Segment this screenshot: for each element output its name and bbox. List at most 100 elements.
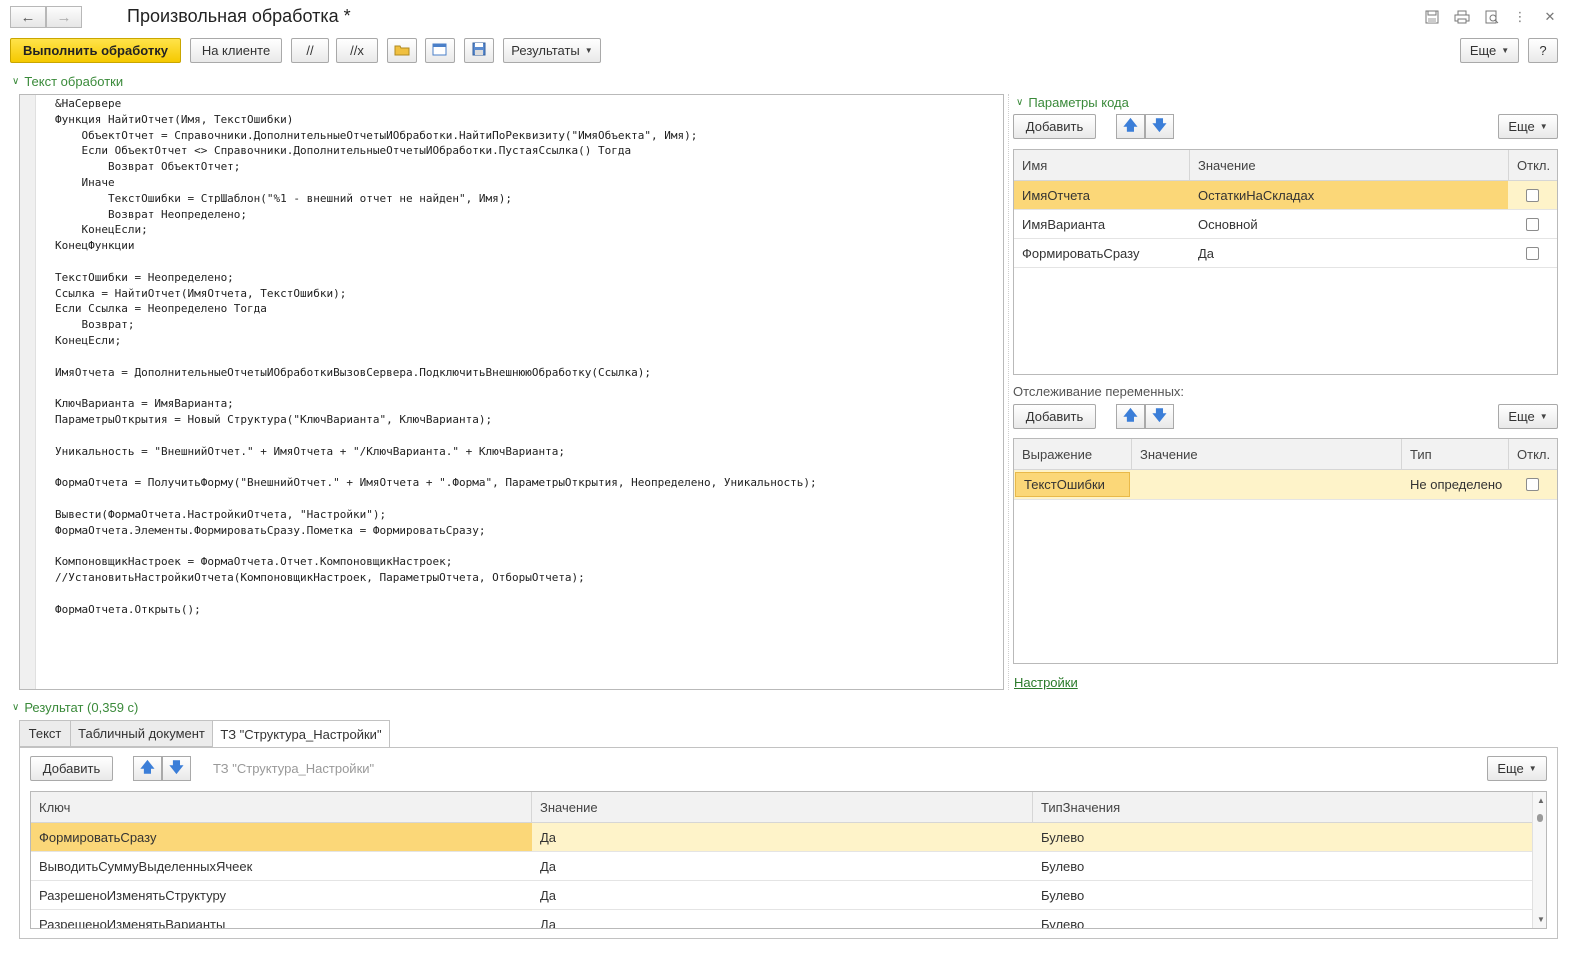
- param-value[interactable]: Да: [1190, 239, 1508, 267]
- column-header[interactable]: Значение: [532, 792, 1033, 822]
- folder-icon: [394, 43, 410, 59]
- arrow-down-icon: 🡇: [1152, 406, 1167, 423]
- result-more-label: Еще: [1497, 761, 1524, 776]
- result-value[interactable]: Да: [532, 910, 1033, 928]
- result-value[interactable]: Да: [532, 823, 1033, 851]
- table-row[interactable]: ФормироватьСразу Да Булево: [31, 823, 1532, 852]
- column-header[interactable]: Откл.: [1509, 150, 1557, 180]
- param-value[interactable]: ОстаткиНаСкладах: [1190, 181, 1508, 209]
- result-type[interactable]: Булево: [1033, 823, 1533, 851]
- column-header[interactable]: Тип: [1402, 439, 1509, 469]
- close-icon[interactable]: ✕: [1539, 7, 1561, 27]
- settings-link[interactable]: Настройки: [1014, 675, 1078, 690]
- table-row[interactable]: РазрешеноИзменятьСтруктуру Да Булево: [31, 881, 1532, 910]
- result-value[interactable]: Да: [532, 852, 1033, 880]
- tab-spreadsheet[interactable]: Табличный документ: [70, 720, 213, 747]
- params-table[interactable]: Имя Значение Откл. ИмяОтчета ОстаткиНаСк…: [1013, 149, 1558, 375]
- vertical-scrollbar[interactable]: ▲ ▼: [1532, 792, 1546, 928]
- table-row[interactable]: ФормироватьСразу Да: [1014, 239, 1557, 268]
- save-file-button[interactable]: [464, 38, 494, 63]
- table-row[interactable]: ВыводитьСуммуВыделенныхЯчеек Да Булево: [31, 852, 1532, 881]
- result-section-header[interactable]: ∨ Результат (0,359 с): [12, 700, 138, 715]
- table-row[interactable]: ИмяВарианта Основной: [1014, 210, 1557, 239]
- column-header[interactable]: ТипЗначения: [1033, 792, 1533, 822]
- disable-checkbox[interactable]: [1526, 478, 1539, 491]
- uncomment-button[interactable]: //x: [336, 38, 378, 63]
- code-line: Иначе: [55, 175, 115, 189]
- on-client-button[interactable]: На клиенте: [190, 38, 282, 63]
- disable-checkbox[interactable]: [1526, 188, 1539, 202]
- result-move-up-button[interactable]: 🡅: [133, 756, 162, 781]
- watch-section-label: Отслеживание переменных:: [1013, 384, 1185, 399]
- code-line: КонецЕсли;: [55, 333, 122, 347]
- code-section-header[interactable]: ∨ Текст обработки: [12, 74, 123, 89]
- more-button[interactable]: Еще ▼: [1460, 38, 1519, 63]
- tab-text[interactable]: Текст: [19, 720, 71, 747]
- save-icon[interactable]: [1421, 7, 1443, 27]
- result-add-button[interactable]: Добавить: [30, 756, 113, 781]
- code-line: КонецЕсли;: [55, 223, 148, 237]
- results-label: Результаты: [511, 43, 580, 58]
- result-table-header: Ключ Значение ТипЗначения: [31, 792, 1546, 823]
- column-header[interactable]: Ключ: [31, 792, 532, 822]
- params-move-down-button[interactable]: 🡇: [1145, 114, 1174, 139]
- scroll-down-icon[interactable]: ▼: [1537, 915, 1545, 924]
- result-type[interactable]: Булево: [1033, 910, 1533, 928]
- preview-icon[interactable]: [1481, 7, 1503, 27]
- result-key[interactable]: РазрешеноИзменятьСтруктуру: [31, 881, 532, 909]
- result-key[interactable]: РазрешеноИзменятьВарианты: [31, 910, 532, 928]
- param-name[interactable]: ИмяОтчета: [1014, 181, 1190, 209]
- result-key[interactable]: ФормироватьСразу: [31, 823, 532, 851]
- params-section-label: Параметры кода: [1028, 95, 1129, 110]
- disable-checkbox[interactable]: [1526, 217, 1539, 231]
- help-button[interactable]: ?: [1528, 38, 1558, 63]
- watch-value[interactable]: [1132, 470, 1402, 499]
- table-row[interactable]: РазрешеноИзменятьВарианты Да Булево: [31, 910, 1533, 928]
- forward-button[interactable]: →: [46, 6, 82, 28]
- column-header[interactable]: Значение: [1190, 150, 1509, 180]
- result-type[interactable]: Булево: [1033, 852, 1533, 880]
- watch-expression[interactable]: ТекстОшибки: [1015, 472, 1130, 497]
- table-row[interactable]: ИмяОтчета ОстаткиНаСкладах: [1014, 181, 1557, 210]
- params-section-header[interactable]: ∨ Параметры кода: [1016, 95, 1129, 110]
- watch-more-button[interactable]: Еще ▼: [1498, 404, 1558, 429]
- scroll-up-icon[interactable]: ▲: [1537, 796, 1545, 805]
- watch-add-button[interactable]: Добавить: [1013, 404, 1096, 429]
- result-table[interactable]: Ключ Значение ТипЗначения ФормироватьСра…: [30, 791, 1547, 929]
- params-more-label: Еще: [1508, 119, 1535, 134]
- params-more-button[interactable]: Еще ▼: [1498, 114, 1558, 139]
- watch-move-up-button[interactable]: 🡅: [1116, 404, 1145, 429]
- watch-move-down-button[interactable]: 🡇: [1145, 404, 1174, 429]
- more-vertical-icon[interactable]: ⋮: [1509, 7, 1531, 27]
- disable-checkbox[interactable]: [1526, 246, 1539, 260]
- param-value[interactable]: Основной: [1190, 210, 1508, 238]
- result-type[interactable]: Булево: [1033, 881, 1533, 909]
- open-file-button[interactable]: [387, 38, 417, 63]
- scroll-thumb[interactable]: [1537, 814, 1543, 822]
- result-more-button[interactable]: Еще ▼: [1487, 756, 1547, 781]
- back-button[interactable]: ←: [10, 6, 46, 28]
- params-add-button[interactable]: Добавить: [1013, 114, 1096, 139]
- param-name[interactable]: ИмяВарианта: [1014, 210, 1190, 238]
- splitter[interactable]: [1008, 94, 1009, 690]
- params-move-up-button[interactable]: 🡅: [1116, 114, 1145, 139]
- watch-table[interactable]: Выражение Значение Тип Откл. ТекстОшибки…: [1013, 438, 1558, 664]
- tab-value-table[interactable]: ТЗ "Структура_Настройки": [212, 720, 390, 748]
- param-name[interactable]: ФормироватьСразу: [1014, 239, 1190, 267]
- column-header[interactable]: Откл.: [1509, 439, 1557, 469]
- code-line: Ссылка = НайтиОтчет(ИмяОтчета, ТекстОшиб…: [55, 286, 347, 300]
- table-row[interactable]: ТекстОшибки Не определено: [1014, 470, 1557, 500]
- print-icon[interactable]: [1451, 7, 1473, 27]
- new-window-button[interactable]: [425, 38, 455, 63]
- column-header[interactable]: Выражение: [1014, 439, 1132, 469]
- run-button[interactable]: Выполнить обработку: [10, 38, 181, 63]
- result-key[interactable]: ВыводитьСуммуВыделенныхЯчеек: [31, 852, 532, 880]
- column-header[interactable]: Имя: [1014, 150, 1190, 180]
- column-header[interactable]: Значение: [1132, 439, 1402, 469]
- results-dropdown[interactable]: Результаты ▼: [503, 38, 601, 63]
- comment-button[interactable]: //: [291, 38, 329, 63]
- result-move-down-button[interactable]: 🡇: [162, 756, 191, 781]
- code-editor[interactable]: &НаСервере Функция НайтиОтчет(Имя, ТекстО…: [19, 94, 1004, 690]
- result-value[interactable]: Да: [532, 881, 1033, 909]
